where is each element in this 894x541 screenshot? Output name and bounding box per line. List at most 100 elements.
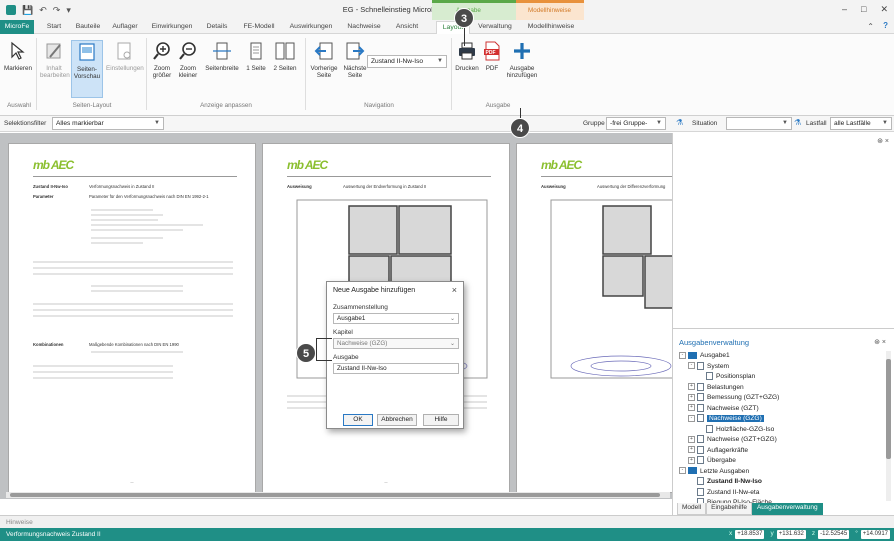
tree-item[interactable]: Holzfläche-GZG-Iso: [679, 424, 883, 436]
eine-seite-button[interactable]: 1 Seite: [243, 40, 269, 72]
tree-item[interactable]: + Bemessung (GZT+GZG): [679, 393, 883, 404]
tree-item[interactable]: - System: [679, 361, 883, 373]
tree-item[interactable]: + Nachweise (GZT): [679, 403, 883, 415]
panel-pin-close-icon[interactable]: ⊛ ×: [874, 338, 886, 346]
document-icon: [697, 477, 704, 486]
expand-icon[interactable]: +: [688, 446, 695, 454]
kapitel-select[interactable]: Nachweise (GZG) ⌄: [333, 338, 459, 349]
tree-item[interactable]: Positionsplan: [679, 372, 883, 383]
tab-verwaltung[interactable]: Verwaltung: [474, 21, 516, 34]
drucken-button[interactable]: Drucken: [455, 40, 479, 72]
seitenvorschau-button[interactable]: Seiten-Vorschau: [71, 40, 103, 98]
tab-bauteile[interactable]: Bauteile: [72, 21, 104, 34]
page-heading: Ausweisung: [287, 184, 312, 189]
collapse-icon[interactable]: -: [679, 351, 686, 359]
close-icon[interactable]: ✕: [880, 4, 888, 15]
tab-start[interactable]: Start: [40, 21, 68, 34]
tab-modell[interactable]: Modell: [677, 503, 707, 515]
selektionsfilter-select[interactable]: Alles markierbar ▼: [52, 117, 164, 130]
expand-icon[interactable]: +: [688, 435, 695, 443]
horizontal-scrollbar[interactable]: [6, 492, 670, 498]
tree-item-label: Ausgabe1: [700, 352, 730, 359]
neue-ausgabe-dialog: Neue Ausgabe hinzufügen × Zusammenstellu…: [326, 281, 464, 429]
tab-hinweise[interactable]: Hinweise: [6, 519, 33, 526]
tab-fe-modell[interactable]: FE-Modell: [238, 21, 280, 34]
tab-modellhinweise[interactable]: Modellhinweise: [520, 21, 582, 34]
expand-icon[interactable]: +: [688, 456, 695, 464]
tree-item[interactable]: - Ausgabe1: [679, 351, 883, 362]
collapse-icon[interactable]: -: [679, 467, 686, 475]
minimize-icon[interactable]: –: [842, 4, 847, 15]
gruppe-select[interactable]: -frei Gruppe- ▼: [606, 117, 666, 130]
group-label-navigation: Navigation: [364, 102, 394, 109]
customize-icon[interactable]: ▾: [66, 5, 71, 16]
tree-item[interactable]: + Nachweise (GZT+GZG): [679, 435, 883, 446]
naechste-seite-button[interactable]: Nächste Seite: [342, 40, 368, 79]
tab-details[interactable]: Details: [202, 21, 232, 34]
tab-nachweise[interactable]: Nachweise: [342, 21, 386, 34]
collapse-icon[interactable]: -: [688, 362, 695, 370]
tree-item[interactable]: + Übergabe: [679, 456, 883, 467]
inhalt-bearbeiten-button[interactable]: Inhalt bearbeiten: [40, 40, 70, 79]
tab-ansicht[interactable]: Ansicht: [390, 21, 424, 34]
help-icon[interactable]: ?: [883, 21, 888, 30]
lastfall-select[interactable]: alle Lastfälle ▼: [830, 117, 892, 130]
filter-icon[interactable]: ⚗: [676, 118, 683, 127]
document-icon: [697, 361, 704, 370]
tab-microfe[interactable]: MicroFe: [0, 20, 34, 34]
tree-item[interactable]: + Auflagerkräfte: [679, 445, 883, 457]
undo-icon[interactable]: ↶: [39, 5, 47, 16]
page-width-icon: [211, 40, 233, 62]
tree-item[interactable]: - Letzte Ausgaben: [679, 467, 883, 478]
tree-item[interactable]: Zustand II-Nw-Iso: [679, 477, 883, 488]
panel-tabs: Modell Eingabehilfe Ausgabenverwaltung: [677, 503, 823, 515]
ausgaben-tree[interactable]: - Ausgabe1- System Positionsplan + Belastunge…: [679, 351, 883, 509]
tab-auflager[interactable]: Auflager: [108, 21, 142, 34]
vorherige-seite-button[interactable]: Vorherige Seite: [308, 40, 340, 79]
ausgabe-name-field[interactable]: Zustand II-Nw-Iso: [333, 363, 459, 374]
redo-icon[interactable]: ↷: [53, 5, 61, 16]
hilfe-button[interactable]: Hilfe: [423, 414, 459, 426]
situation-select[interactable]: ▼: [726, 117, 792, 130]
tree-scrollbar[interactable]: [886, 351, 891, 501]
lastfall-filter-icon[interactable]: ⚗: [794, 118, 801, 127]
expand-icon[interactable]: +: [688, 393, 695, 401]
markieren-button[interactable]: Markieren: [4, 40, 32, 72]
collapse-icon[interactable]: -: [688, 414, 695, 422]
zusammenstellung-select[interactable]: Ausgabe1 ⌄: [333, 313, 459, 324]
ausgabe-hinzufuegen-button[interactable]: Ausgabe hinzufügen: [504, 40, 540, 79]
seitenbreite-button[interactable]: Seitenbreite: [203, 40, 241, 72]
expand-icon[interactable]: +: [688, 404, 695, 412]
einstellungen-button[interactable]: Einstellungen: [106, 40, 144, 72]
tree-item[interactable]: + Belastungen: [679, 382, 883, 394]
coord-z: -12.52545: [818, 530, 850, 539]
ausgabenverwaltung-title: Ausgabenverwaltung: [679, 338, 750, 347]
zoom-in-icon: [151, 40, 173, 62]
callout-line-3: [464, 26, 465, 46]
zwei-seiten-button[interactable]: 2 Seiten: [271, 40, 299, 72]
abbrechen-button[interactable]: Abbrechen: [377, 414, 417, 426]
expand-icon[interactable]: +: [688, 383, 695, 391]
preview-page-1[interactable]: mb AEC Zustand II-Nw-Iso Verformungsnach…: [8, 143, 256, 493]
ausgabe-navigation-select[interactable]: Zustand II-Nw-Iso ▼: [367, 55, 447, 68]
pdf-button[interactable]: PDF PDF: [481, 40, 503, 72]
zoom-groesser-button[interactable]: Zoom größer: [150, 40, 174, 79]
zoom-kleiner-button[interactable]: Zoom kleiner: [176, 40, 200, 79]
preview-page-3[interactable]: mb AEC Ausweisung Auswertung der Differe…: [516, 143, 672, 493]
tree-item[interactable]: - Nachweise (GZG): [679, 414, 883, 425]
group-label-seiten-layout: Seiten-Layout: [72, 102, 112, 109]
tree-item[interactable]: Zustand II-Nw-eta: [679, 487, 883, 499]
pin-icon[interactable]: ⊛ ×: [877, 137, 889, 145]
document-icon: [697, 414, 704, 423]
ok-button[interactable]: OK: [343, 414, 373, 426]
maximize-icon[interactable]: □: [861, 4, 866, 15]
tab-einwirkungen[interactable]: Einwirkungen: [146, 21, 198, 34]
tab-eingabehilfe[interactable]: Eingabehilfe: [706, 503, 752, 515]
document-icon: [697, 382, 704, 391]
document-icon: [697, 445, 704, 454]
tab-ausgabenverwaltung[interactable]: Ausgabenverwaltung: [751, 503, 823, 515]
collapse-ribbon-icon[interactable]: ⌃: [867, 22, 874, 31]
close-icon[interactable]: ×: [452, 285, 457, 295]
save-icon[interactable]: 💾: [22, 5, 33, 16]
tab-auswirkungen[interactable]: Auswirkungen: [284, 21, 338, 34]
